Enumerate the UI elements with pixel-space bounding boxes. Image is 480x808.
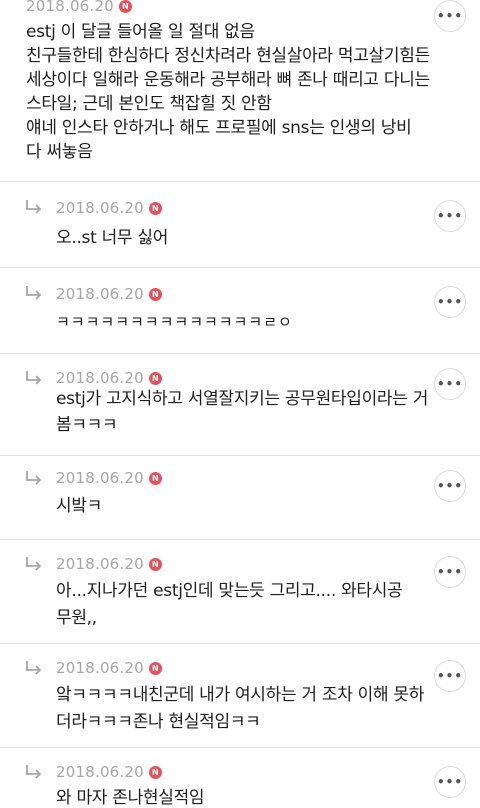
more-options-icon: ••• xyxy=(436,565,463,579)
reply-body: estj가 고지식하고 서열잘지키는 공무원타입이라는 거 봄ㅋㅋㅋ xyxy=(56,386,428,438)
reply-meta: 2018.06.20 N xyxy=(56,368,162,388)
reply-date: 2018.06.20 xyxy=(56,285,144,303)
reply-line: 더라ㅋㅋㅋ존나 현실적임ㅋㅋ xyxy=(56,712,261,732)
reply-body: 앜ㅋㅋㅋㅋ내친군데 내가 여시하는 거 조차 이해 못하 더라ㅋㅋㅋ존나 현실적… xyxy=(56,682,424,736)
reply-body: 와 마자 존나현실적임 xyxy=(56,786,205,808)
reply-meta: 2018.06.20 N xyxy=(56,284,162,304)
reply-meta: 2018.06.20 N xyxy=(56,658,162,678)
reply-arrow-icon xyxy=(26,765,42,779)
new-badge-icon: N xyxy=(148,765,162,779)
new-badge-icon: N xyxy=(148,287,162,301)
reply-item: 2018.06.20 N estj가 고지식하고 서열잘지키는 공무원타입이라는… xyxy=(0,354,480,456)
comment-body: estj 이 달글 들어올 일 절대 없음 친구들한테 한심하다 정신차려라 현… xyxy=(26,20,430,164)
comment-thread: 2018.06.20 N estj 이 달글 들어올 일 절대 없음 친구들한테… xyxy=(0,0,480,808)
more-options-icon: ••• xyxy=(436,775,463,789)
more-options-button[interactable]: ••• xyxy=(434,660,466,692)
reply-arrow-icon xyxy=(26,471,42,485)
more-options-button[interactable]: ••• xyxy=(434,766,466,798)
reply-line: 앜ㅋㅋㅋㅋ내친군데 내가 여시하는 거 조차 이해 못하 xyxy=(56,685,425,705)
reply-arrow-icon xyxy=(26,371,42,385)
comment-date: 2018.06.20 xyxy=(26,0,114,15)
reply-meta: 2018.06.20 N xyxy=(56,554,162,574)
reply-body: 아...지나가던 estj인데 맞는듯 그리고.... 와타시공 무원,, xyxy=(56,578,403,632)
comment-line: 스타일; 근데 본인도 책잡힐 짓 안함 xyxy=(26,94,272,114)
new-badge-icon: N xyxy=(148,201,162,215)
more-options-icon: ••• xyxy=(436,669,463,683)
reply-date: 2018.06.20 xyxy=(56,763,144,781)
reply-body: ㅋㅋㅋㅋㅋㅋㅋㅋㅋㅋㅋㅋㅋㅋㄹㅇ xyxy=(56,310,293,334)
comment-item: 2018.06.20 N estj 이 달글 들어올 일 절대 없음 친구들한테… xyxy=(0,0,480,182)
reply-line: ㅋㅋㅋㅋㅋㅋㅋㅋㅋㅋㅋㅋㅋㅋㄹㅇ xyxy=(56,313,293,331)
comment-meta: 2018.06.20 N xyxy=(26,0,132,16)
new-badge-icon: N xyxy=(118,0,132,13)
comment-line: 세상이다 일해라 운동해라 공부해라 뼈 존나 때리고 다니는 xyxy=(26,70,430,90)
new-badge-icon: N xyxy=(148,371,162,385)
reply-line: estj가 고지식하고 서열잘지키는 공무원타입이라는 거 xyxy=(56,389,429,409)
reply-date: 2018.06.20 xyxy=(56,659,144,677)
more-options-button[interactable]: ••• xyxy=(434,200,466,232)
reply-arrow-icon xyxy=(26,661,42,675)
more-options-button[interactable]: ••• xyxy=(434,0,466,32)
more-options-icon: ••• xyxy=(436,9,463,23)
reply-line: 아...지나가던 estj인데 맞는듯 그리고.... 와타시공 xyxy=(56,581,403,601)
reply-line: 봄ㅋㅋㅋ xyxy=(56,415,118,435)
reply-line: 시밬ㅋ xyxy=(56,496,103,516)
comment-line: estj 이 달글 들어올 일 절대 없음 xyxy=(26,22,255,42)
reply-date: 2018.06.20 xyxy=(56,199,144,217)
reply-item: 2018.06.20 N 앜ㅋㅋㅋㅋ내친군데 내가 여시하는 거 조차 이해 못… xyxy=(0,644,480,748)
reply-item: 2018.06.20 N 오..st 너무 싫어 ••• xyxy=(0,182,480,268)
reply-body: 시밬ㅋ xyxy=(56,494,102,518)
reply-item: 2018.06.20 N 시밬ㅋ ••• xyxy=(0,456,480,540)
reply-body: 오..st 너무 싫어 xyxy=(56,226,168,250)
reply-line: 와 마자 존나현실적임 xyxy=(56,788,205,808)
reply-item: 2018.06.20 N 와 마자 존나현실적임 ••• xyxy=(0,748,480,808)
reply-arrow-icon xyxy=(26,557,42,571)
more-options-icon: ••• xyxy=(436,377,463,391)
new-badge-icon: N xyxy=(148,557,162,571)
more-options-icon: ••• xyxy=(436,295,463,309)
more-options-icon: ••• xyxy=(436,479,463,493)
comment-line: 얘네 인스타 안하거나 해도 프로필에 sns는 인생의 낭비 xyxy=(26,118,412,138)
new-badge-icon: N xyxy=(148,471,162,485)
new-badge-icon: N xyxy=(148,661,162,675)
reply-date: 2018.06.20 xyxy=(56,469,144,487)
comment-line: 다 써놓음 xyxy=(26,142,93,162)
more-options-button[interactable]: ••• xyxy=(434,286,466,318)
more-options-button[interactable]: ••• xyxy=(434,368,466,400)
more-options-icon: ••• xyxy=(436,209,463,223)
more-options-button[interactable]: ••• xyxy=(434,470,466,502)
reply-item: 2018.06.20 N 아...지나가던 estj인데 맞는듯 그리고....… xyxy=(0,540,480,644)
reply-date: 2018.06.20 xyxy=(56,555,144,573)
reply-date: 2018.06.20 xyxy=(56,369,144,387)
reply-meta: 2018.06.20 N xyxy=(56,762,162,782)
reply-item: 2018.06.20 N ㅋㅋㅋㅋㅋㅋㅋㅋㅋㅋㅋㅋㅋㅋㄹㅇ ••• xyxy=(0,268,480,354)
reply-line: 오..st 너무 싫어 xyxy=(56,228,169,248)
reply-meta: 2018.06.20 N xyxy=(56,468,162,488)
reply-arrow-icon xyxy=(26,200,42,214)
more-options-button[interactable]: ••• xyxy=(434,556,466,588)
comment-line: 친구들한테 한심하다 정신차려라 현실살아라 먹고살기힘든 xyxy=(26,46,430,66)
reply-meta: 2018.06.20 N xyxy=(56,198,162,218)
reply-line: 무원,, xyxy=(56,608,97,628)
reply-arrow-icon xyxy=(26,286,42,300)
